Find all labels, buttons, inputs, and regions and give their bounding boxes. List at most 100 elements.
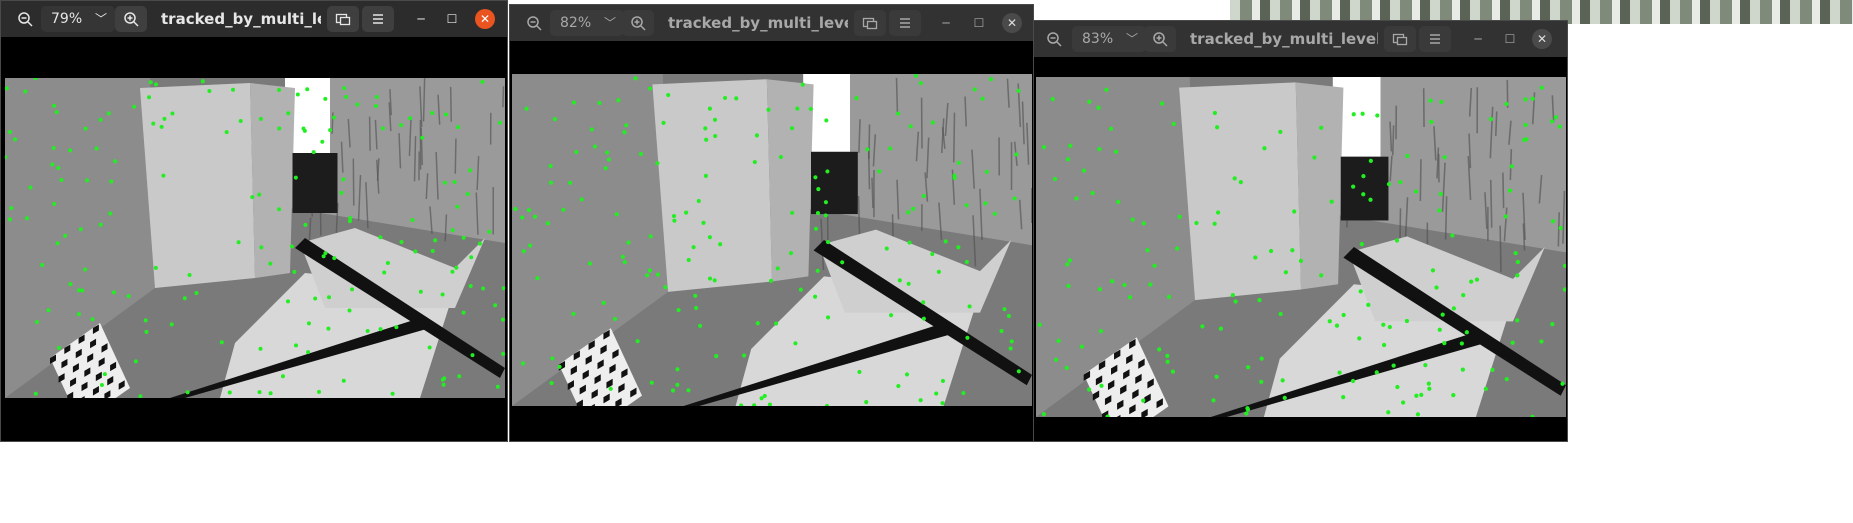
picture-in-picture-button[interactable] <box>1384 26 1416 52</box>
feature-point <box>816 187 821 192</box>
feature-point <box>1560 381 1565 386</box>
cardboard-box-right <box>1295 82 1344 290</box>
feature-point <box>1086 387 1092 392</box>
feature-point <box>350 287 355 292</box>
feature-point <box>930 251 935 257</box>
minimize-icon: ─ <box>942 16 950 30</box>
feature-point <box>1065 157 1071 162</box>
picture-in-picture-button[interactable] <box>854 10 886 36</box>
title-bar[interactable]: 83% ﹀ tracked_by_multi_level_l7.p... ─ ☐… <box>1034 21 1567 57</box>
feature-point <box>295 92 300 97</box>
image-viewport[interactable] <box>1034 57 1567 441</box>
feature-point <box>250 195 255 200</box>
feature-point <box>8 130 12 135</box>
maximize-button[interactable]: ☐ <box>969 13 989 33</box>
zoom-in-button[interactable] <box>1144 26 1176 52</box>
feature-point <box>1141 221 1146 226</box>
feature-point <box>1387 324 1392 330</box>
image-viewport[interactable] <box>510 41 1033 441</box>
feature-point <box>608 386 613 391</box>
feature-point <box>1212 221 1217 226</box>
feature-point <box>684 210 689 215</box>
feature-point <box>980 96 985 101</box>
zoom-level-dropdown[interactable]: 83% ﹀ <box>1072 26 1146 52</box>
feature-point <box>106 111 111 116</box>
zoom-out-button[interactable] <box>518 10 550 36</box>
feature-point <box>940 378 946 384</box>
feature-point <box>788 251 794 256</box>
feature-point <box>759 396 764 401</box>
feature-point <box>277 88 282 92</box>
feature-point <box>344 95 349 99</box>
feature-point <box>1523 97 1528 102</box>
main-menu-button[interactable] <box>889 10 921 36</box>
feature-point <box>98 117 103 122</box>
zoom-level-dropdown[interactable]: 82% ﹀ <box>550 10 624 36</box>
feature-point <box>1175 246 1180 251</box>
feature-point <box>90 317 95 322</box>
feature-point <box>132 104 137 109</box>
feature-point <box>51 146 56 151</box>
feature-point <box>1122 282 1127 288</box>
close-button[interactable]: ✕ <box>1002 13 1022 33</box>
feature-point <box>143 318 148 323</box>
minimize-button[interactable]: ─ <box>411 9 431 29</box>
feature-point <box>80 288 85 293</box>
tracked-features-image <box>5 78 505 398</box>
feature-point <box>313 296 318 301</box>
feature-point <box>703 126 708 131</box>
feature-point <box>341 378 346 383</box>
feature-point <box>638 151 644 157</box>
feature-point <box>420 135 425 140</box>
feature-point <box>1549 119 1555 124</box>
hamburger-menu-icon <box>897 15 913 31</box>
main-menu-button[interactable] <box>1419 26 1451 52</box>
feature-point <box>813 226 819 231</box>
feature-point <box>1056 338 1061 343</box>
maximize-button[interactable]: ☐ <box>442 9 462 29</box>
feature-point <box>624 123 629 128</box>
maximize-button[interactable]: ☐ <box>1500 29 1520 49</box>
picture-in-picture-button[interactable] <box>327 6 359 32</box>
feature-point <box>277 207 282 212</box>
feature-point <box>1096 105 1101 110</box>
feature-point <box>444 112 448 117</box>
feature-point <box>904 372 910 377</box>
feature-point <box>303 222 308 227</box>
main-menu-button[interactable] <box>362 6 394 32</box>
feature-point <box>83 267 88 272</box>
zoom-in-button[interactable] <box>115 6 147 32</box>
close-button[interactable]: ✕ <box>1532 29 1552 49</box>
zoom-level-dropdown[interactable]: 79% ﹀ <box>41 6 115 32</box>
feature-point <box>622 260 627 265</box>
feature-point <box>897 278 902 283</box>
feature-point <box>1557 124 1562 129</box>
zoom-in-button[interactable] <box>622 10 654 36</box>
feature-point <box>1165 359 1170 364</box>
tracked-features-image <box>512 74 1032 406</box>
title-bar[interactable]: 79% ﹀ tracked_by_multi_leve... ─ ☐ ✕ <box>1 1 507 37</box>
feature-point <box>1523 122 1528 128</box>
image-viewer-window-2[interactable]: 82% ﹀ tracked_by_multi_level_l5... ─ ☐ ✕ <box>509 4 1034 442</box>
image-viewer-window-1[interactable]: 79% ﹀ tracked_by_multi_leve... ─ ☐ ✕ <box>0 0 508 442</box>
feature-point <box>888 146 893 151</box>
feature-point <box>1381 322 1386 327</box>
title-bar[interactable]: 82% ﹀ tracked_by_multi_level_l5... ─ ☐ ✕ <box>510 5 1033 41</box>
feature-point <box>169 322 174 327</box>
image-viewport[interactable] <box>1 37 507 441</box>
feature-point <box>76 312 81 317</box>
feature-point <box>813 175 818 180</box>
feature-point <box>455 204 460 209</box>
feature-point <box>427 345 432 350</box>
image-viewer-window-3[interactable]: 83% ﹀ tracked_by_multi_level_l7.p... ─ ☐… <box>1033 20 1568 442</box>
feature-point <box>194 291 199 296</box>
minimize-button[interactable]: ─ <box>936 13 956 33</box>
zoom-out-button[interactable] <box>9 6 41 32</box>
feature-point <box>410 218 415 223</box>
zoom-out-button[interactable] <box>1038 26 1070 52</box>
feature-point <box>1157 347 1162 352</box>
feature-point <box>1087 99 1092 104</box>
minimize-button[interactable]: ─ <box>1468 29 1488 49</box>
close-button[interactable]: ✕ <box>475 9 495 29</box>
feature-point <box>219 340 224 345</box>
